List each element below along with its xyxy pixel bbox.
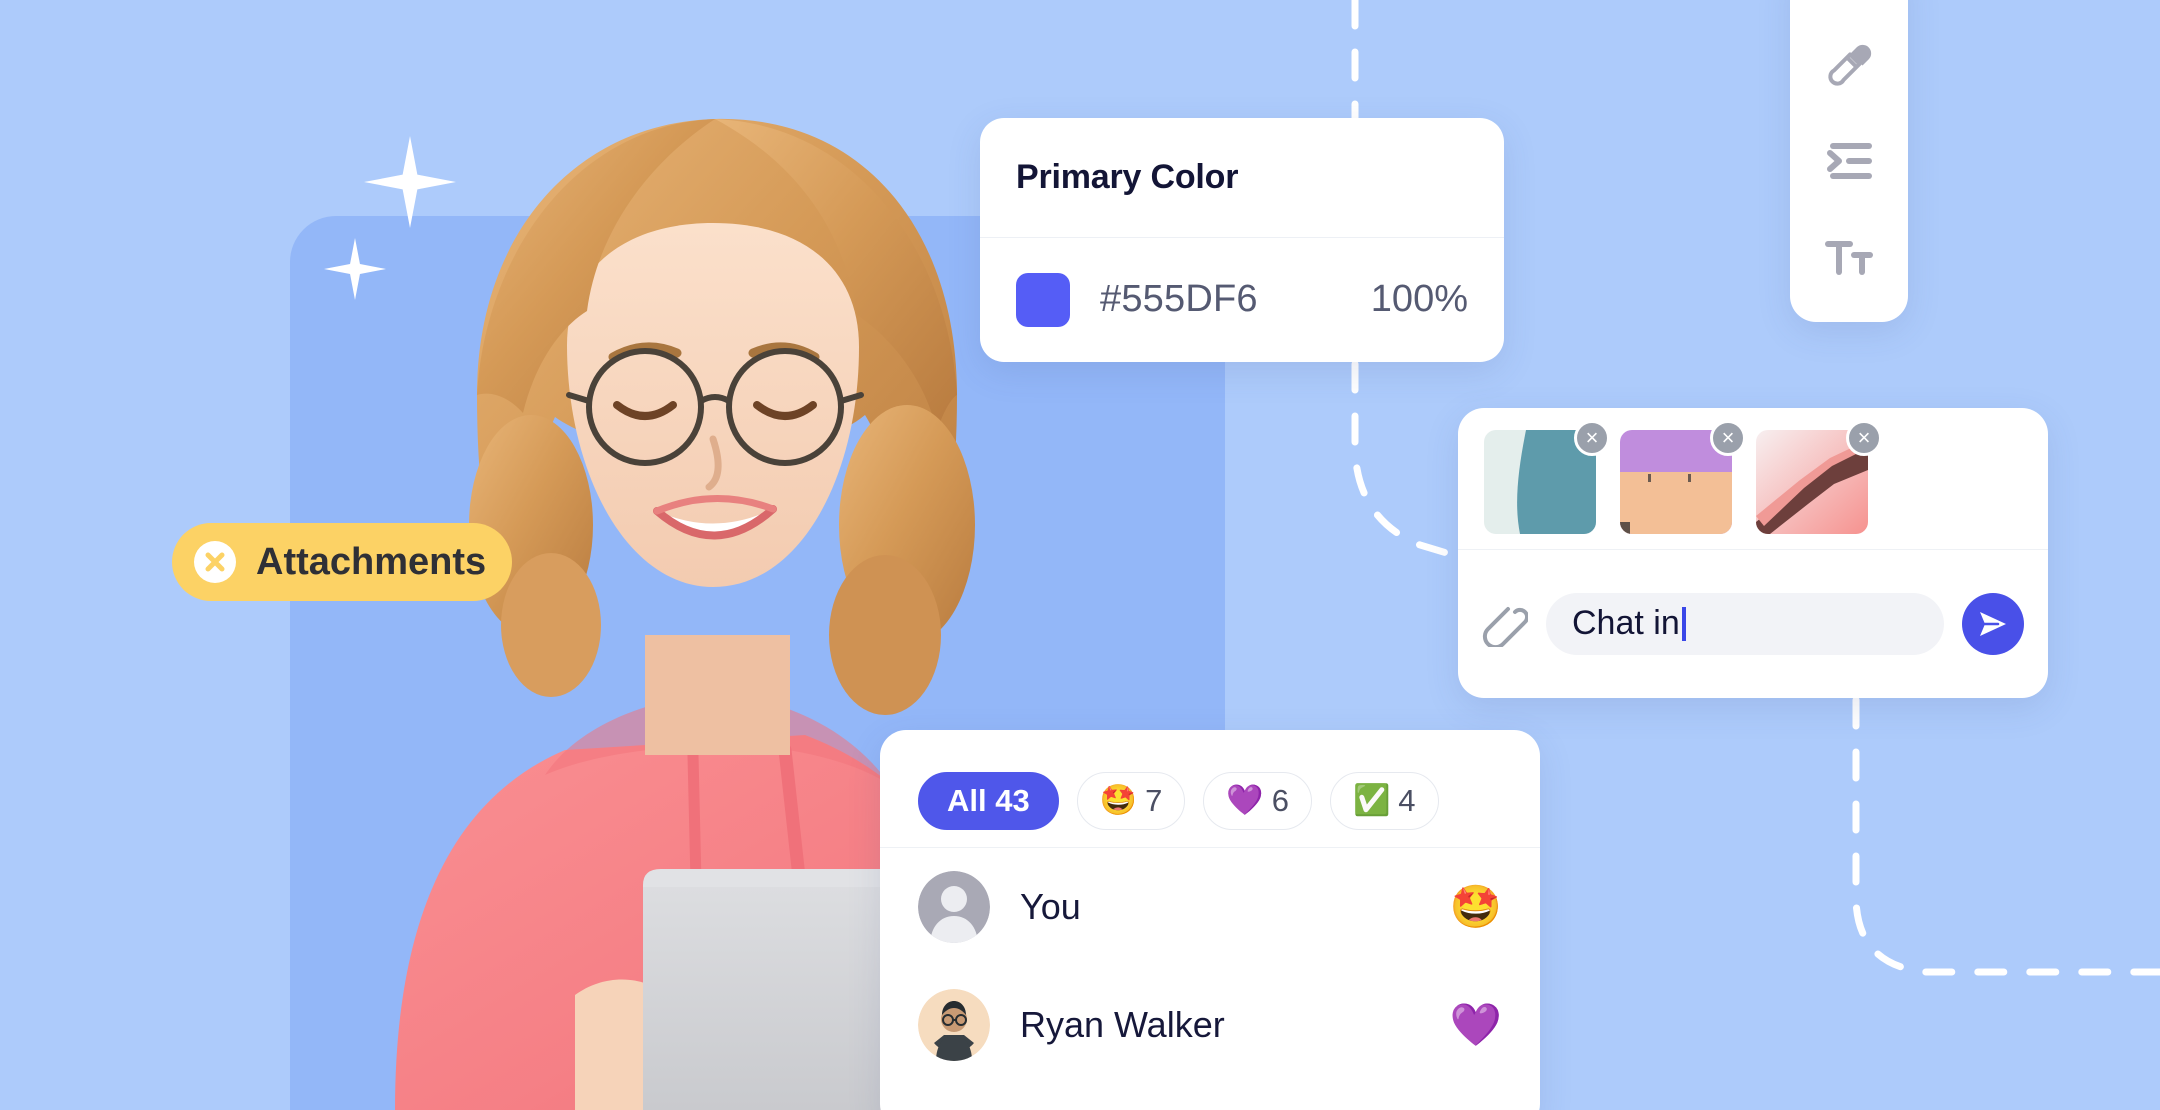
reaction-tab-all[interactable]: All 43	[918, 771, 1059, 830]
close-icon: ×	[1721, 425, 1735, 450]
chat-input-row: Chat in	[1458, 550, 2048, 697]
list-item[interactable]: Ryan Walker 💜	[918, 966, 1502, 1084]
indent-glyph	[1827, 143, 1872, 179]
purple-heart-emoji-icon: 💜	[1449, 1001, 1502, 1048]
chat-input[interactable]: Chat in	[1546, 592, 1944, 655]
reaction-tab-check-mark-count: 4	[1398, 782, 1416, 818]
eyedropper-glyph	[1828, 44, 1872, 86]
check-mark-emoji-icon: ✅	[1352, 783, 1391, 817]
list-item-name: You	[1020, 886, 1081, 927]
color-swatch[interactable]	[1016, 272, 1070, 327]
reaction-tab-star-struck[interactable]: 🤩 7	[1076, 771, 1186, 830]
star-struck-emoji-icon: 🤩	[1099, 783, 1138, 817]
reaction-tab-check-mark[interactable]: ✅ 4	[1329, 771, 1439, 830]
photo-avatar-icon	[918, 989, 990, 1061]
primary-color-card: Primary Color #555DF6 100%	[980, 118, 1504, 362]
remove-attachment-button[interactable]: ×	[1846, 420, 1882, 456]
paperclip-glyph	[1482, 606, 1530, 649]
list-item[interactable]: You 🤩	[918, 848, 1502, 966]
remove-attachment-button[interactable]: ×	[1574, 420, 1610, 456]
primary-color-title: Primary Color	[1016, 158, 1239, 196]
text-caret	[1681, 606, 1686, 641]
eyedropper-icon[interactable]	[1810, 26, 1888, 104]
remove-attachments-button[interactable]	[194, 541, 236, 583]
attachment-item: ×	[1620, 420, 1746, 534]
reaction-tab-all-label: All 43	[947, 782, 1030, 818]
purple-heart-emoji-icon: 💜	[1226, 783, 1264, 817]
send-icon	[1980, 611, 2006, 636]
text-size-icon[interactable]	[1810, 218, 1888, 296]
text-size-glyph	[1825, 241, 1873, 275]
chat-input-value: Chat in	[1572, 604, 1680, 642]
attachment-thumbnails: × × ×	[1458, 408, 2048, 550]
reaction-tab-purple-heart-count: 6	[1271, 782, 1289, 818]
reaction-tab-purple-heart[interactable]: 💜 6	[1203, 771, 1312, 830]
color-opacity-value[interactable]: 100%	[1371, 278, 1468, 321]
star-struck-emoji-icon: 🤩	[1449, 883, 1502, 930]
color-hex-value[interactable]: #555DF6	[1100, 278, 1258, 321]
attachment-item: ×	[1484, 420, 1610, 534]
attachment-item: ×	[1756, 420, 1882, 534]
primary-color-header: Primary Color	[980, 118, 1504, 238]
tool-rail	[1790, 0, 1908, 322]
reactions-card: All 43 🤩 7 💜 6 ✅ 4 You 🤩 Ryan Walker 💜	[880, 730, 1540, 1110]
close-icon	[205, 552, 225, 572]
chat-composer-card: × × × Chat in	[1458, 408, 2048, 698]
close-icon: ×	[1585, 425, 1599, 450]
list-item-name: Ryan Walker	[1020, 1004, 1225, 1045]
default-avatar-icon	[918, 871, 990, 943]
avatar	[918, 989, 990, 1061]
reaction-tab-star-struck-count: 7	[1145, 782, 1163, 818]
attachments-pill[interactable]: Attachments	[172, 523, 513, 601]
primary-color-row: #555DF6 100%	[980, 238, 1504, 361]
screenshot-canvas: Primary Color #555DF6 100% × × × Chat in…	[0, 0, 2160, 1110]
avatar	[918, 871, 990, 943]
attachments-pill-label: Attachments	[256, 540, 487, 583]
close-icon: ×	[1857, 425, 1871, 450]
send-button[interactable]	[1962, 592, 2024, 655]
paperclip-icon[interactable]	[1482, 601, 1530, 649]
indent-icon[interactable]	[1810, 122, 1888, 200]
remove-attachment-button[interactable]: ×	[1710, 420, 1746, 456]
reaction-user-list: You 🤩 Ryan Walker 💜	[880, 848, 1540, 1084]
reaction-filter-tabs: All 43 🤩 7 💜 6 ✅ 4	[880, 730, 1540, 848]
